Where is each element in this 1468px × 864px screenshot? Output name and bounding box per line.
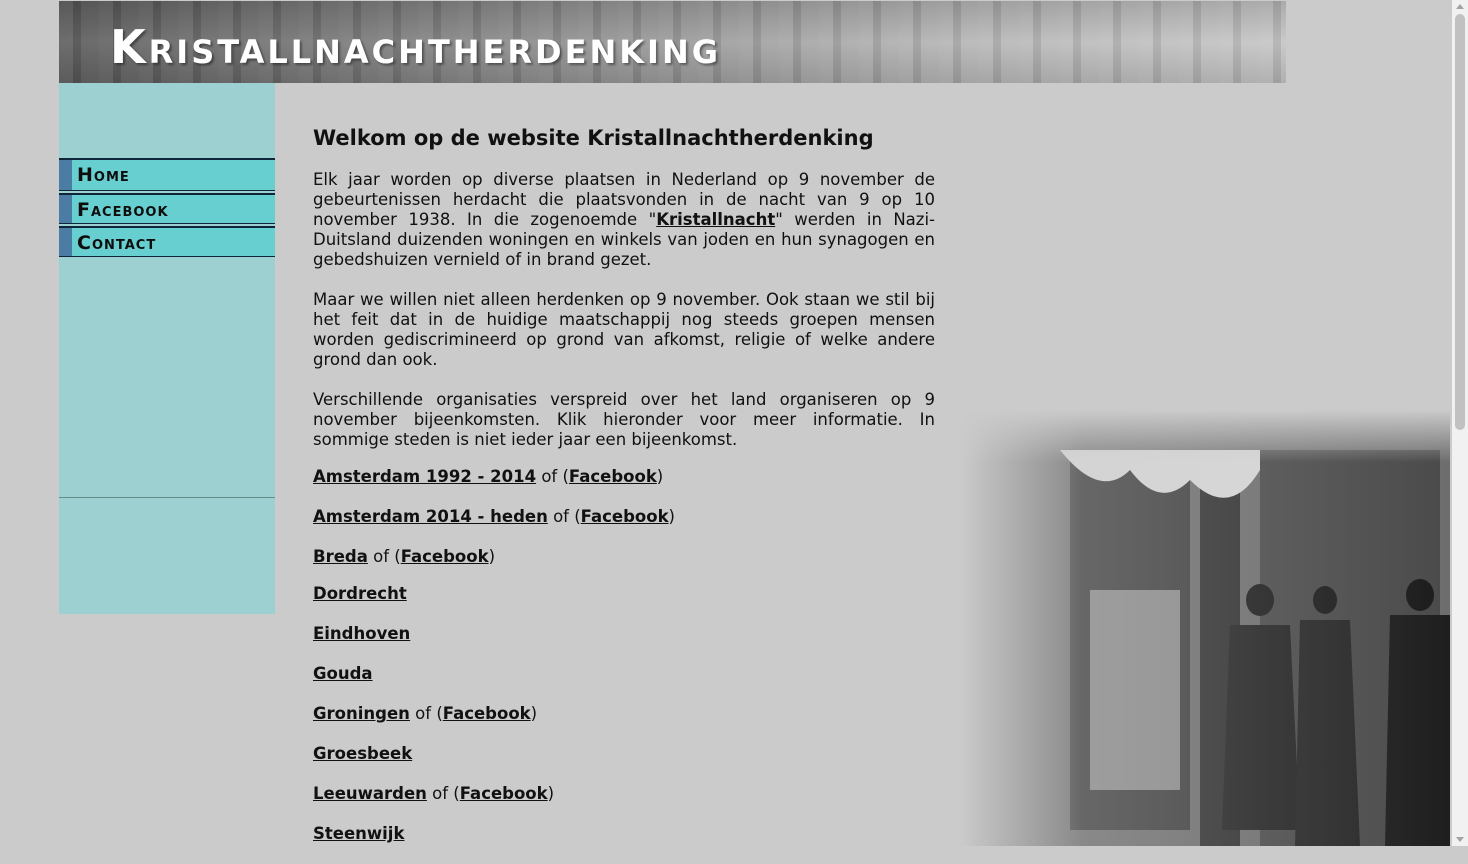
nav-item-home[interactable]: Home <box>59 158 275 191</box>
of-text: of ( <box>553 507 581 526</box>
list-item: Amsterdam 1992 - 2014 of (Facebook) <box>313 467 935 487</box>
intro-paragraph: Elk jaar worden op diverse plaatsen in N… <box>313 170 935 270</box>
site-title: Kristallnachtherdenking <box>110 20 722 74</box>
nav-item-label: Home <box>77 164 130 186</box>
of-text: of ( <box>415 704 443 723</box>
close-paren: ) <box>668 507 675 526</box>
facebook-link[interactable]: Facebook <box>460 784 548 803</box>
scrollbar-thumb[interactable] <box>1455 14 1465 430</box>
city-link-dordrecht[interactable]: Dordrecht <box>313 584 407 603</box>
nav-item-label: Facebook <box>77 199 169 221</box>
close-paren: ) <box>656 467 664 486</box>
of-text: of ( <box>541 467 569 486</box>
list-item: Breda of (Facebook) <box>313 547 935 567</box>
list-item: Dordrecht <box>313 584 935 604</box>
city-link-gouda[interactable]: Gouda <box>313 664 373 683</box>
facebook-link[interactable]: Facebook <box>401 547 489 566</box>
of-text: of ( <box>373 547 401 566</box>
nav-item-contact[interactable]: Contact <box>59 226 275 257</box>
city-link-amsterdam-2014[interactable]: Amsterdam 2014 - heden <box>313 507 548 526</box>
vertical-scrollbar[interactable] <box>1452 0 1468 846</box>
scroll-down-icon[interactable] <box>1456 837 1464 842</box>
city-link-steenwijk[interactable]: Steenwijk <box>313 824 404 843</box>
list-item: Amsterdam 2014 - heden of (Facebook) <box>313 507 935 527</box>
scroll-up-icon[interactable] <box>1456 4 1464 9</box>
close-paren: ) <box>530 704 538 723</box>
facebook-link[interactable]: Facebook <box>569 467 657 486</box>
memorial-photo <box>960 410 1450 846</box>
city-link-amsterdam-1992[interactable]: Amsterdam 1992 - 2014 <box>313 467 536 486</box>
list-item: Eindhoven <box>313 624 935 644</box>
list-item: Steenwijk <box>313 824 935 844</box>
close-paren: ) <box>488 547 496 566</box>
kristallnacht-link[interactable]: Kristallnacht <box>656 210 775 229</box>
header-banner: Kristallnachtherdenking <box>59 1 1286 83</box>
paragraph-3: Verschillende organisaties verspreid ove… <box>313 390 935 449</box>
close-paren: ) <box>547 784 555 803</box>
city-link-leeuwarden[interactable]: Leeuwarden <box>313 784 427 803</box>
sidebar: Home Facebook Contact <box>59 83 275 614</box>
facebook-link[interactable]: Facebook <box>581 507 669 526</box>
facebook-link[interactable]: Facebook <box>443 704 531 723</box>
list-item: Leeuwarden of (Facebook) <box>313 784 935 804</box>
photo-illustration <box>960 410 1450 846</box>
city-link-groningen[interactable]: Groningen <box>313 704 410 723</box>
paragraph-2: Maar we willen niet alleen herdenken op … <box>313 290 935 369</box>
sidebar-nav: Home Facebook Contact <box>59 158 275 259</box>
list-item: Groningen of (Facebook) <box>313 704 935 724</box>
main-content: Welkom op de website Kristallnachtherden… <box>313 122 935 864</box>
city-link-eindhoven[interactable]: Eindhoven <box>313 624 410 643</box>
city-link-breda[interactable]: Breda <box>313 547 368 566</box>
city-link-groesbeek[interactable]: Groesbeek <box>313 744 412 763</box>
page-title: Welkom op de website Kristallnachtherden… <box>313 126 874 150</box>
sidebar-divider <box>59 497 275 498</box>
nav-item-facebook[interactable]: Facebook <box>59 193 275 224</box>
of-text: of ( <box>432 784 460 803</box>
list-item: Gouda <box>313 664 935 684</box>
list-item: Groesbeek <box>313 744 935 764</box>
nav-item-label: Contact <box>77 232 157 254</box>
